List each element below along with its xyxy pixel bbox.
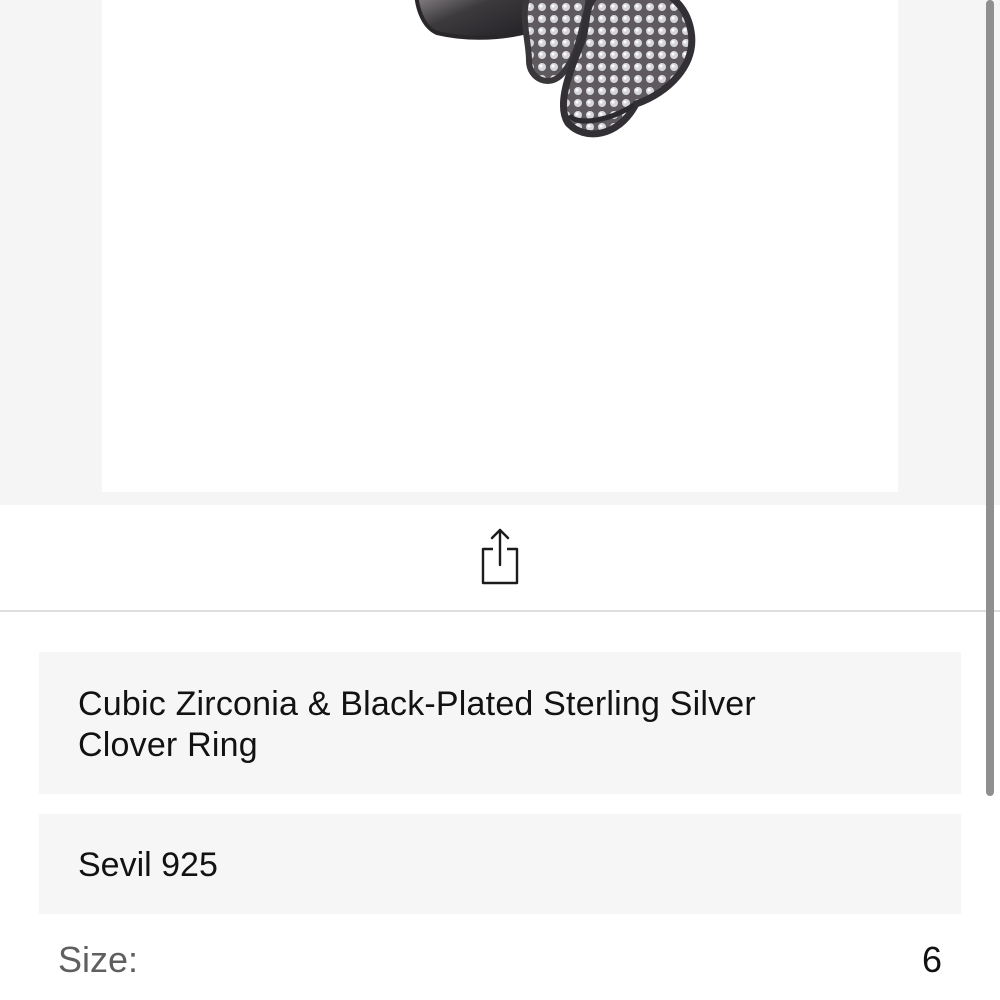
product-detail-page: Cubic Zirconia & Black-Plated Sterling S… [0,0,1000,1000]
product-title: Cubic Zirconia & Black-Plated Sterling S… [78,685,756,764]
product-image[interactable] [392,0,712,185]
share-action-bar [0,505,1000,612]
brand-name-link[interactable]: Sevil 925 [78,845,218,886]
product-title-card: Cubic Zirconia & Black-Plated Sterling S… [39,652,961,794]
product-image-frame[interactable] [102,0,898,492]
size-selector-row[interactable]: Size: 6 [58,936,942,986]
vertical-scrollbar[interactable] [986,0,994,796]
share-button[interactable] [476,527,524,587]
product-image-gallery [0,0,1000,505]
size-label: Size: [58,939,139,980]
brand-card[interactable]: Sevil 925 [39,814,961,914]
share-icon[interactable] [479,528,521,586]
selected-size[interactable]: 6 [922,936,942,984]
